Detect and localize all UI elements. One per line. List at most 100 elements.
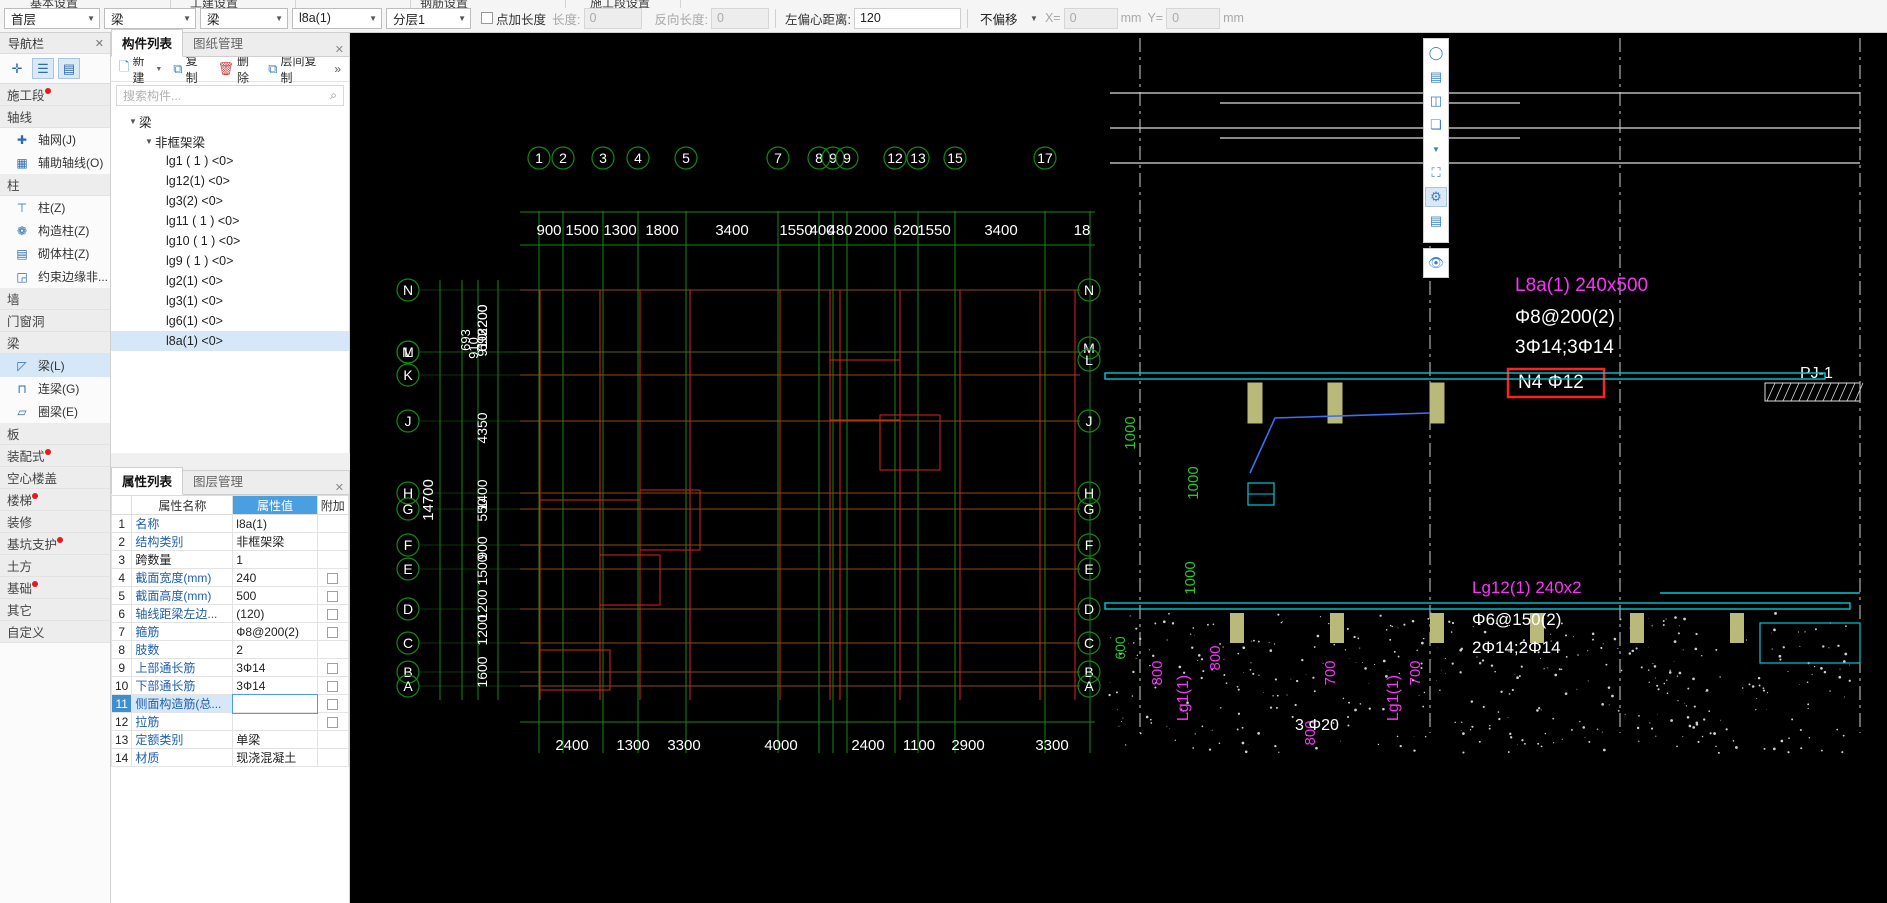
list-item[interactable]: lg3(1) <0> [111, 291, 349, 311]
table-row[interactable]: 7 箍筋 Ф8@200(2) [112, 623, 349, 641]
tab-drawing-manager[interactable]: 图纸管理 [183, 30, 253, 56]
sidebar-group-18[interactable]: 楼梯 [0, 489, 110, 511]
layer-icon[interactable]: ▤ [1425, 67, 1447, 87]
table-row[interactable]: 4 截面宽度(mm) 240 [112, 569, 349, 587]
sidebar-group-21[interactable]: 土方 [0, 555, 110, 577]
sidebar-group-24[interactable]: 自定义 [0, 621, 110, 643]
attach-cell[interactable] [317, 569, 348, 587]
attach-cell[interactable] [317, 677, 348, 695]
sidebar-group-20[interactable]: 基坑支护 [0, 533, 110, 555]
sidebar-group-0[interactable]: 施工段 [0, 84, 110, 106]
property-value-cell[interactable]: 现浇混凝土 [233, 749, 317, 767]
property-value-cell[interactable] [233, 695, 317, 713]
property-value-cell[interactable]: 240 [233, 569, 317, 587]
list-view-icon[interactable]: ▤ [1425, 211, 1447, 231]
layer-select[interactable]: 分层1 ▼ [386, 8, 471, 29]
add-length-checkbox-wrap[interactable]: 点加长度 [481, 9, 549, 28]
attach-checkbox[interactable] [327, 681, 338, 692]
property-value-cell[interactable]: Ф8@200(2) [233, 623, 317, 641]
attach-cell[interactable] [317, 731, 348, 749]
attach-cell[interactable] [317, 713, 348, 731]
offset-select[interactable]: 不偏移 ▼ [974, 8, 1042, 29]
list-item[interactable]: lg10 ( 1 ) <0> [111, 231, 349, 251]
tab-layer-manager[interactable]: 图层管理 [183, 468, 253, 494]
visibility-icon[interactable]: 👁 [1425, 253, 1447, 273]
add-length-checkbox[interactable] [481, 12, 493, 24]
list-item[interactable]: l8a(1) <0> [111, 331, 349, 351]
sidebar-item-13[interactable]: ⊓ 连梁(G) [0, 377, 110, 400]
table-row[interactable]: 10 下部通长筋 3Ф14 [112, 677, 349, 695]
table-row[interactable]: 6 轴线距梁左边... (120) [112, 605, 349, 623]
eccentric-input[interactable]: 120 [854, 8, 961, 29]
tree-branch-node[interactable]: ▼ 非框架梁 [111, 131, 349, 151]
attach-checkbox[interactable] [327, 609, 338, 620]
attach-cell[interactable] [317, 587, 348, 605]
sidebar-group-11[interactable]: 梁 [0, 332, 110, 354]
chevron-down-icon[interactable]: ▼ [127, 117, 139, 126]
tab-property-list[interactable]: 属性列表 [111, 467, 183, 495]
close-icon[interactable]: ✕ [335, 481, 344, 494]
property-value-cell[interactable]: 3Ф14 [233, 677, 317, 695]
property-value-cell[interactable]: l8a(1) [233, 515, 317, 533]
floor-select[interactable]: 首层 ▼ [4, 8, 100, 29]
list-item[interactable]: lg2(1) <0> [111, 271, 349, 291]
sidebar-item-7[interactable]: ▤ 砌体柱(Z) [0, 242, 110, 265]
table-row[interactable]: 1 名称 l8a(1) [112, 515, 349, 533]
category-select[interactable]: 梁 ▼ [104, 8, 196, 29]
attach-cell[interactable] [317, 695, 348, 713]
list-item[interactable]: lg12(1) <0> [111, 171, 349, 191]
attach-cell[interactable] [317, 605, 348, 623]
attach-cell[interactable] [317, 659, 348, 677]
sidebar-group-1[interactable]: 轴线 [0, 106, 110, 128]
table-row[interactable]: 8 肢数 2 [112, 641, 349, 659]
list-view-icon[interactable]: ☰ [32, 58, 54, 79]
property-value-cell[interactable]: 500 [233, 587, 317, 605]
table-row[interactable]: 2 结构类别 非框架梁 [112, 533, 349, 551]
property-value-cell[interactable]: 3Ф14 [233, 659, 317, 677]
attach-cell[interactable] [317, 749, 348, 767]
close-icon[interactable]: ✕ [95, 37, 104, 50]
reverse-length-input[interactable]: 0 [711, 8, 769, 29]
detail-view-icon[interactable]: ▤ [58, 58, 80, 79]
y-input[interactable]: 0 [1166, 8, 1220, 29]
attach-cell[interactable] [317, 641, 348, 659]
attach-checkbox[interactable] [327, 573, 338, 584]
table-row[interactable]: 14 材质 现浇混凝土 [112, 749, 349, 767]
sidebar-item-12[interactable]: ◸ 梁(L) [0, 354, 110, 377]
sidebar-group-15[interactable]: 板 [0, 423, 110, 445]
property-value-cell[interactable]: 非框架梁 [233, 533, 317, 551]
stack-icon[interactable]: ❏ [1425, 115, 1447, 135]
x-input[interactable]: 0 [1064, 8, 1118, 29]
table-row[interactable]: 13 定额类别 单梁 [112, 731, 349, 749]
table-row[interactable]: 11 侧面构造筋(总... [112, 695, 349, 713]
ellipse-icon[interactable]: ◯ [1425, 43, 1447, 63]
chevron-down-icon[interactable]: ▼ [155, 66, 162, 73]
property-value-cell[interactable]: 2 [233, 641, 317, 659]
type-select[interactable]: 梁 ▼ [200, 8, 288, 29]
property-value-cell[interactable]: 1 [233, 551, 317, 569]
tab-component-list[interactable]: 构件列表 [111, 29, 183, 57]
search-component-field[interactable]: 搜索构件... ⌕ [116, 85, 344, 106]
add-icon[interactable]: ✛ [6, 58, 28, 79]
sidebar-group-17[interactable]: 空心楼盖 [0, 467, 110, 489]
member-select[interactable]: l8a(1) ▼ [292, 8, 382, 29]
attach-cell[interactable] [317, 515, 348, 533]
table-row[interactable]: 9 上部通长筋 3Ф14 [112, 659, 349, 677]
sidebar-group-16[interactable]: 装配式 [0, 445, 110, 467]
tree-root-node[interactable]: ▼ 梁 [111, 111, 349, 131]
property-value-cell[interactable]: (120) [233, 605, 317, 623]
sidebar-group-9[interactable]: 墙 [0, 288, 110, 310]
list-item[interactable]: lg1 ( 1 ) <0> [111, 151, 349, 171]
attach-cell[interactable] [317, 551, 348, 569]
crop-icon[interactable]: ⛶ [1425, 163, 1447, 183]
settings-gear-icon[interactable]: ⚙ [1425, 187, 1447, 207]
cad-canvas[interactable]: 1 2 3 4 5 7 8 9 9 12 13 15 17 900 1500 1300 1800 3400 1550… [350, 33, 1887, 903]
table-row[interactable]: 5 截面高度(mm) 500 [112, 587, 349, 605]
sidebar-item-3[interactable]: ▦ 辅助轴线(O) [0, 151, 110, 174]
list-item[interactable]: lg6(1) <0> [111, 311, 349, 331]
sidebar-item-6[interactable]: ❁ 构造柱(Z) [0, 219, 110, 242]
attach-checkbox[interactable] [327, 699, 338, 710]
search-icon[interactable]: ⌕ [330, 88, 337, 103]
attach-cell[interactable] [317, 623, 348, 641]
sidebar-item-2[interactable]: ✚ 轴网(J) [0, 128, 110, 151]
